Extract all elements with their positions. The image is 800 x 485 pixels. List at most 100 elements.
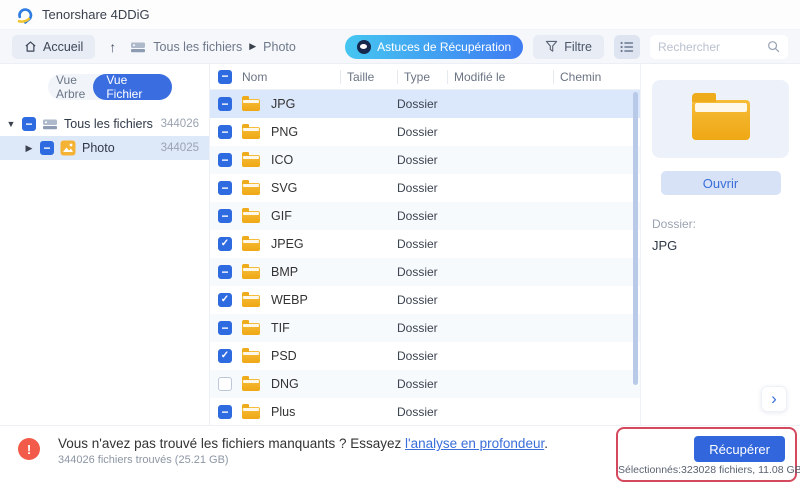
column-header-size: Taille (340, 69, 397, 84)
table-row[interactable]: JPG Dossier (210, 90, 640, 118)
navbar: Accueil ↑ Tous les fichiers ▶ Photo Astu… (0, 30, 800, 64)
file-view-tab[interactable]: Vue Fichier (93, 73, 172, 101)
up-arrow-icon[interactable]: ↑ (105, 39, 120, 55)
table-row[interactable]: PSD Dossier (210, 342, 640, 370)
row-checkbox[interactable] (218, 97, 232, 111)
folder-icon (242, 264, 260, 279)
tree-item-count: 344025 (160, 142, 199, 154)
column-header-type: Type (397, 69, 447, 84)
tree-checkbox[interactable] (40, 141, 54, 155)
tree-view-tab[interactable]: Vue Arbre (48, 73, 93, 101)
tree-checkbox[interactable] (22, 117, 36, 131)
table-row[interactable]: GIF Dossier (210, 202, 640, 230)
tree-item-label: Photo (82, 141, 115, 155)
tree-item-photo[interactable]: ▶ Photo 344025 (0, 136, 209, 160)
table-row[interactable]: DNG Dossier (210, 370, 640, 398)
breadcrumb-separator-icon: ▶ (249, 41, 257, 51)
table-row[interactable]: TIF Dossier (210, 314, 640, 342)
titlebar: Tenorshare 4DDiG (0, 0, 800, 30)
row-checkbox[interactable] (218, 209, 232, 223)
row-name: SVG (271, 181, 298, 195)
preview-card (652, 80, 789, 158)
row-type: Dossier (397, 349, 438, 363)
list-view-button[interactable] (614, 34, 640, 59)
folder-icon (242, 152, 260, 167)
home-icon (24, 40, 37, 53)
view-toggle: Vue Arbre Vue Fichier (48, 73, 172, 101)
row-checkbox[interactable] (218, 405, 232, 419)
row-type: Dossier (397, 181, 438, 195)
table-row[interactable]: SVG Dossier (210, 174, 640, 202)
home-button-label: Accueil (43, 39, 84, 54)
folder-icon (242, 96, 260, 111)
row-checkbox[interactable] (218, 265, 232, 279)
table-row[interactable]: BMP Dossier (210, 258, 640, 286)
row-type: Dossier (397, 209, 438, 223)
row-type: Dossier (397, 293, 438, 307)
filter-button-label: Filtre (564, 39, 592, 54)
row-checkbox[interactable] (218, 349, 232, 363)
folder-icon (242, 124, 260, 139)
search-box (650, 34, 788, 59)
table-header: Nom Taille Type Modifié le Chemin (210, 64, 640, 90)
drive-icon (130, 40, 146, 54)
row-checkbox[interactable] (218, 153, 232, 167)
table-row[interactable]: JPEG Dossier (210, 230, 640, 258)
breadcrumb: Tous les fichiers ▶ Photo (130, 40, 296, 54)
tree-item-all-files[interactable]: ▼ Tous les fichiers 344026 (0, 112, 209, 136)
file-table: Nom Taille Type Modifié le Chemin JPG Do… (210, 64, 640, 425)
row-name: JPG (271, 97, 296, 111)
row-checkbox[interactable] (218, 293, 232, 307)
select-all-checkbox[interactable] (218, 69, 232, 84)
expander-right-icon[interactable]: ▶ (24, 143, 34, 154)
open-button[interactable]: Ouvrir (660, 171, 781, 195)
breadcrumb-root[interactable]: Tous les fichiers (153, 40, 242, 54)
table-row[interactable]: WEBP Dossier (210, 286, 640, 314)
scan-stats: 344026 fichiers trouvés (25.21 GB) (58, 454, 229, 466)
tips-eye-icon (357, 39, 372, 54)
row-name: GIF (271, 209, 292, 223)
row-type: Dossier (397, 377, 438, 391)
folder-icon (242, 404, 260, 419)
drive-icon (42, 117, 58, 131)
chevron-right-icon[interactable]: › (761, 386, 787, 412)
main-content: Vue Arbre Vue Fichier ▼ Tous les fichier… (0, 64, 800, 425)
row-name: PNG (271, 125, 299, 139)
folder-icon (242, 292, 260, 307)
row-checkbox[interactable] (218, 237, 232, 251)
row-type: Dossier (397, 153, 438, 167)
filter-button[interactable]: Filtre (533, 34, 604, 59)
row-type: Dossier (397, 97, 438, 111)
search-input[interactable] (658, 39, 767, 54)
row-checkbox[interactable] (218, 125, 232, 139)
breadcrumb-current[interactable]: Photo (263, 40, 296, 54)
folder-icon (242, 180, 260, 195)
row-name: ICO (271, 153, 294, 167)
footer-message: Vous n'avez pas trouvé les fichiers manq… (58, 436, 402, 451)
table-scrollbar-thumb[interactable] (633, 92, 638, 385)
table-row[interactable]: ICO Dossier (210, 146, 640, 174)
app-logo-icon (15, 5, 34, 24)
table-row[interactable]: Plus Dossier (210, 398, 640, 425)
folder-icon (242, 236, 260, 251)
app-title: Tenorshare 4DDiG (42, 7, 150, 22)
folder-icon (242, 348, 260, 363)
row-name: TIF (271, 321, 290, 335)
row-checkbox[interactable] (218, 377, 232, 391)
search-icon[interactable] (767, 40, 780, 53)
column-header-name: Nom (242, 69, 268, 84)
tree-item-label: Tous les fichiers (64, 117, 153, 131)
folder-icon (242, 320, 260, 335)
preview-field-value: JPG (652, 238, 678, 253)
row-checkbox[interactable] (218, 181, 232, 195)
row-type: Dossier (397, 265, 438, 279)
deep-scan-link[interactable]: l'analyse en profondeur (405, 436, 544, 451)
recover-button[interactable]: Récupérer (694, 436, 785, 462)
row-checkbox[interactable] (218, 321, 232, 335)
list-view-icon (620, 41, 634, 53)
expander-down-icon[interactable]: ▼ (6, 119, 16, 129)
row-type: Dossier (397, 405, 438, 419)
home-button[interactable]: Accueil (12, 34, 96, 59)
table-row[interactable]: PNG Dossier (210, 118, 640, 146)
recovery-tips-button[interactable]: Astuces de Récupération (345, 34, 524, 59)
